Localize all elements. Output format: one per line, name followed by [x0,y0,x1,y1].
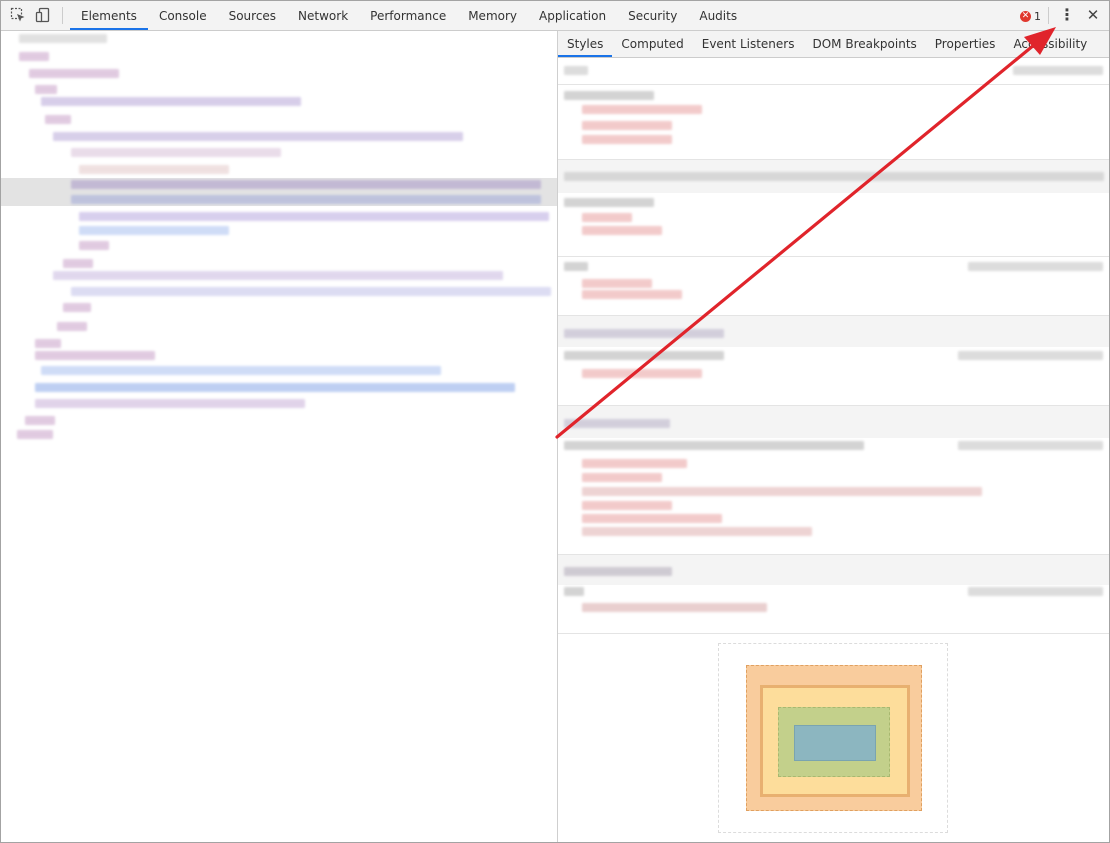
section-divider [558,633,1109,634]
box-model-diagram[interactable] [718,643,948,833]
blurred-style-line [582,473,662,482]
blurred-style-line [564,66,588,75]
main-toolbar: Elements Console Sources Network Perform… [1,1,1109,31]
blurred-style-line [582,135,672,144]
blurred-style-line [968,587,1103,596]
more-options-icon[interactable]: ⋮ [1059,7,1075,24]
tab-performance[interactable]: Performance [359,1,457,30]
blurred-dom-line [41,97,301,106]
blurred-style-line [564,198,654,207]
blurred-style-line [958,351,1103,360]
blurred-style-line [564,262,588,271]
main-tab-bar: Elements Console Sources Network Perform… [70,1,748,30]
tab-properties[interactable]: Properties [926,31,1005,57]
error-count: 1 [1034,9,1041,23]
blurred-dom-line [45,115,71,124]
blurred-style-line [968,262,1103,271]
blurred-dom-line [19,52,49,61]
blurred-dom-line [79,241,109,250]
blurred-style-line [564,419,670,428]
blurred-dom-line [29,69,119,78]
blurred-dom-line [71,148,281,157]
blurred-dom-line [53,132,463,141]
error-icon: ✕ [1020,10,1031,22]
tab-audits[interactable]: Audits [688,1,748,30]
blurred-style-line [1013,66,1103,75]
blurred-dom-line [41,366,441,375]
tab-event-listeners[interactable]: Event Listeners [693,31,804,57]
section-divider [558,256,1109,257]
blurred-style-line [582,121,672,130]
blurred-dom-line [35,339,61,348]
blurred-style-line [582,290,682,299]
tab-application[interactable]: Application [528,1,617,30]
error-counter[interactable]: ✕ 1 [1020,8,1041,24]
devtools-window: Elements Console Sources Network Perform… [0,0,1110,843]
blurred-dom-line [71,195,541,204]
blurred-style-line [564,441,864,450]
sidebar-tab-bar: Styles Computed Event Listeners DOM Brea… [558,31,1109,58]
blurred-dom-line [63,259,93,268]
dom-tree-panel[interactable] [1,31,557,842]
blurred-style-line [582,279,652,288]
blurred-dom-line [79,226,229,235]
blurred-style-line [564,567,672,576]
blurred-dom-line [79,165,229,174]
blurred-style-line [582,369,702,378]
tab-console[interactable]: Console [148,1,218,30]
blurred-style-line [582,213,632,222]
blurred-style-line [564,91,654,100]
blurred-dom-line [53,271,503,280]
tab-elements[interactable]: Elements [70,1,148,30]
blurred-dom-line [57,322,87,331]
toolbar-divider [1048,7,1049,24]
tab-memory[interactable]: Memory [457,1,528,30]
tab-computed[interactable]: Computed [612,31,692,57]
blurred-style-line [564,172,1104,181]
blurred-style-line [582,527,812,536]
close-icon[interactable]: ✕ [1085,6,1101,24]
blurred-dom-line [35,399,305,408]
blurred-style-line [564,351,724,360]
device-toolbar-icon[interactable] [35,7,51,23]
blurred-style-line [582,501,672,510]
blurred-dom-line [71,287,551,296]
toolbar-divider [62,7,63,24]
blurred-style-line [582,105,702,114]
blurred-style-line [564,329,724,338]
styles-sidebar: Styles Computed Event Listeners DOM Brea… [558,31,1109,842]
blurred-dom-line [79,212,549,221]
blurred-style-line [582,487,982,496]
tab-network[interactable]: Network [287,1,359,30]
tab-dom-breakpoints[interactable]: DOM Breakpoints [803,31,925,57]
blurred-style-line [582,226,662,235]
section-divider [558,84,1109,85]
blurred-style-line [582,514,722,523]
tab-styles[interactable]: Styles [558,31,613,57]
box-model-content[interactable] [794,725,876,761]
tab-sources[interactable]: Sources [218,1,287,30]
blurred-dom-line [19,34,107,43]
inspect-element-icon[interactable] [10,7,26,23]
blurred-dom-line [35,85,57,94]
blurred-dom-line [17,430,53,439]
tab-security[interactable]: Security [617,1,688,30]
blurred-dom-line [63,303,91,312]
blurred-dom-line [25,416,55,425]
blurred-style-line [564,587,584,596]
blurred-style-line [582,603,767,612]
blurred-dom-line [35,351,155,360]
blurred-dom-line [71,180,541,189]
blurred-dom-line [35,383,515,392]
blurred-style-line [958,441,1103,450]
tab-accessibility[interactable]: Accessibility [1004,31,1096,57]
blurred-style-line [582,459,687,468]
